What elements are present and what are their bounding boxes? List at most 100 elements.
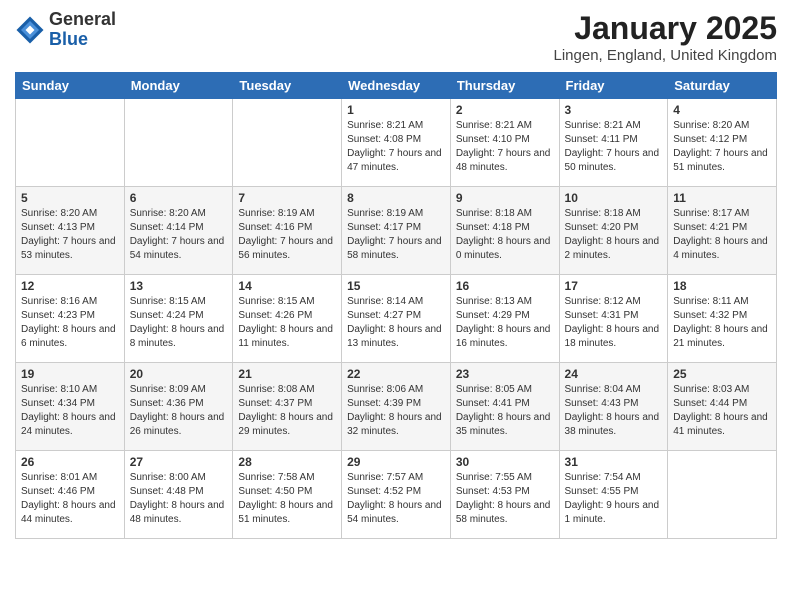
day-info: Sunrise: 8:10 AMSunset: 4:34 PMDaylight:… — [21, 383, 119, 439]
day-number: 8 — [347, 191, 445, 205]
logo: General Blue — [15, 10, 116, 50]
day-number: 3 — [565, 103, 663, 117]
day-number: 17 — [565, 279, 663, 293]
table-row: 12 Sunrise: 8:16 AMSunset: 4:23 PMDaylig… — [16, 275, 125, 363]
day-info: Sunrise: 8:13 AMSunset: 4:29 PMDaylight:… — [456, 295, 554, 351]
day-number: 30 — [456, 455, 554, 469]
title-section: January 2025 Lingen, England, United Kin… — [554, 10, 778, 64]
table-row: 5 Sunrise: 8:20 AMSunset: 4:13 PMDayligh… — [16, 187, 125, 275]
calendar-week-row: 1 Sunrise: 8:21 AMSunset: 4:08 PMDayligh… — [16, 99, 777, 187]
day-number: 29 — [347, 455, 445, 469]
day-info: Sunrise: 8:21 AMSunset: 4:11 PMDaylight:… — [565, 119, 663, 175]
day-info: Sunrise: 8:08 AMSunset: 4:37 PMDaylight:… — [238, 383, 336, 439]
logo-blue: Blue — [49, 30, 116, 50]
day-info: Sunrise: 8:15 AMSunset: 4:24 PMDaylight:… — [130, 295, 228, 351]
col-friday: Friday — [559, 73, 668, 99]
day-info: Sunrise: 8:20 AMSunset: 4:14 PMDaylight:… — [130, 207, 228, 263]
col-thursday: Thursday — [450, 73, 559, 99]
day-number: 21 — [238, 367, 336, 381]
day-number: 9 — [456, 191, 554, 205]
col-saturday: Saturday — [668, 73, 777, 99]
day-number: 25 — [673, 367, 771, 381]
day-number: 31 — [565, 455, 663, 469]
day-info: Sunrise: 8:21 AMSunset: 4:08 PMDaylight:… — [347, 119, 445, 175]
day-number: 5 — [21, 191, 119, 205]
col-tuesday: Tuesday — [233, 73, 342, 99]
day-info: Sunrise: 8:21 AMSunset: 4:10 PMDaylight:… — [456, 119, 554, 175]
table-row: 16 Sunrise: 8:13 AMSunset: 4:29 PMDaylig… — [450, 275, 559, 363]
logo-icon — [15, 15, 45, 45]
day-info: Sunrise: 7:54 AMSunset: 4:55 PMDaylight:… — [565, 471, 663, 527]
calendar-week-row: 5 Sunrise: 8:20 AMSunset: 4:13 PMDayligh… — [16, 187, 777, 275]
day-info: Sunrise: 8:06 AMSunset: 4:39 PMDaylight:… — [347, 383, 445, 439]
table-row: 1 Sunrise: 8:21 AMSunset: 4:08 PMDayligh… — [342, 99, 451, 187]
table-row: 21 Sunrise: 8:08 AMSunset: 4:37 PMDaylig… — [233, 363, 342, 451]
table-row: 14 Sunrise: 8:15 AMSunset: 4:26 PMDaylig… — [233, 275, 342, 363]
calendar: Sunday Monday Tuesday Wednesday Thursday… — [15, 72, 777, 539]
day-info: Sunrise: 8:16 AMSunset: 4:23 PMDaylight:… — [21, 295, 119, 351]
day-number: 14 — [238, 279, 336, 293]
day-info: Sunrise: 8:12 AMSunset: 4:31 PMDaylight:… — [565, 295, 663, 351]
table-row: 2 Sunrise: 8:21 AMSunset: 4:10 PMDayligh… — [450, 99, 559, 187]
logo-text: General Blue — [49, 10, 116, 50]
col-monday: Monday — [124, 73, 233, 99]
table-row: 10 Sunrise: 8:18 AMSunset: 4:20 PMDaylig… — [559, 187, 668, 275]
day-info: Sunrise: 8:09 AMSunset: 4:36 PMDaylight:… — [130, 383, 228, 439]
table-row: 20 Sunrise: 8:09 AMSunset: 4:36 PMDaylig… — [124, 363, 233, 451]
day-info: Sunrise: 8:01 AMSunset: 4:46 PMDaylight:… — [21, 471, 119, 527]
table-row: 22 Sunrise: 8:06 AMSunset: 4:39 PMDaylig… — [342, 363, 451, 451]
day-number: 1 — [347, 103, 445, 117]
table-row: 17 Sunrise: 8:12 AMSunset: 4:31 PMDaylig… — [559, 275, 668, 363]
day-info: Sunrise: 8:00 AMSunset: 4:48 PMDaylight:… — [130, 471, 228, 527]
table-row: 4 Sunrise: 8:20 AMSunset: 4:12 PMDayligh… — [668, 99, 777, 187]
day-number: 18 — [673, 279, 771, 293]
table-row: 6 Sunrise: 8:20 AMSunset: 4:14 PMDayligh… — [124, 187, 233, 275]
day-info: Sunrise: 8:18 AMSunset: 4:18 PMDaylight:… — [456, 207, 554, 263]
table-row: 8 Sunrise: 8:19 AMSunset: 4:17 PMDayligh… — [342, 187, 451, 275]
col-sunday: Sunday — [16, 73, 125, 99]
table-row: 29 Sunrise: 7:57 AMSunset: 4:52 PMDaylig… — [342, 451, 451, 539]
table-row — [233, 99, 342, 187]
table-row: 23 Sunrise: 8:05 AMSunset: 4:41 PMDaylig… — [450, 363, 559, 451]
table-row: 24 Sunrise: 8:04 AMSunset: 4:43 PMDaylig… — [559, 363, 668, 451]
day-info: Sunrise: 8:19 AMSunset: 4:17 PMDaylight:… — [347, 207, 445, 263]
table-row: 15 Sunrise: 8:14 AMSunset: 4:27 PMDaylig… — [342, 275, 451, 363]
day-info: Sunrise: 8:11 AMSunset: 4:32 PMDaylight:… — [673, 295, 771, 351]
day-info: Sunrise: 7:57 AMSunset: 4:52 PMDaylight:… — [347, 471, 445, 527]
logo-general: General — [49, 10, 116, 30]
col-wednesday: Wednesday — [342, 73, 451, 99]
day-info: Sunrise: 8:04 AMSunset: 4:43 PMDaylight:… — [565, 383, 663, 439]
table-row: 31 Sunrise: 7:54 AMSunset: 4:55 PMDaylig… — [559, 451, 668, 539]
day-number: 10 — [565, 191, 663, 205]
day-info: Sunrise: 8:18 AMSunset: 4:20 PMDaylight:… — [565, 207, 663, 263]
day-info: Sunrise: 8:14 AMSunset: 4:27 PMDaylight:… — [347, 295, 445, 351]
day-number: 4 — [673, 103, 771, 117]
day-number: 26 — [21, 455, 119, 469]
day-number: 16 — [456, 279, 554, 293]
day-number: 13 — [130, 279, 228, 293]
table-row: 25 Sunrise: 8:03 AMSunset: 4:44 PMDaylig… — [668, 363, 777, 451]
day-info: Sunrise: 7:58 AMSunset: 4:50 PMDaylight:… — [238, 471, 336, 527]
calendar-header-row: Sunday Monday Tuesday Wednesday Thursday… — [16, 73, 777, 99]
day-number: 6 — [130, 191, 228, 205]
table-row — [668, 451, 777, 539]
day-number: 2 — [456, 103, 554, 117]
day-number: 11 — [673, 191, 771, 205]
table-row: 27 Sunrise: 8:00 AMSunset: 4:48 PMDaylig… — [124, 451, 233, 539]
header: General Blue January 2025 Lingen, Englan… — [15, 10, 777, 64]
table-row: 18 Sunrise: 8:11 AMSunset: 4:32 PMDaylig… — [668, 275, 777, 363]
day-number: 24 — [565, 367, 663, 381]
day-info: Sunrise: 8:20 AMSunset: 4:13 PMDaylight:… — [21, 207, 119, 263]
table-row: 7 Sunrise: 8:19 AMSunset: 4:16 PMDayligh… — [233, 187, 342, 275]
table-row: 11 Sunrise: 8:17 AMSunset: 4:21 PMDaylig… — [668, 187, 777, 275]
day-number: 23 — [456, 367, 554, 381]
day-info: Sunrise: 8:20 AMSunset: 4:12 PMDaylight:… — [673, 119, 771, 175]
month-title: January 2025 — [554, 10, 778, 47]
day-number: 22 — [347, 367, 445, 381]
day-number: 27 — [130, 455, 228, 469]
table-row: 3 Sunrise: 8:21 AMSunset: 4:11 PMDayligh… — [559, 99, 668, 187]
day-info: Sunrise: 7:55 AMSunset: 4:53 PMDaylight:… — [456, 471, 554, 527]
day-info: Sunrise: 8:05 AMSunset: 4:41 PMDaylight:… — [456, 383, 554, 439]
table-row — [124, 99, 233, 187]
day-number: 7 — [238, 191, 336, 205]
